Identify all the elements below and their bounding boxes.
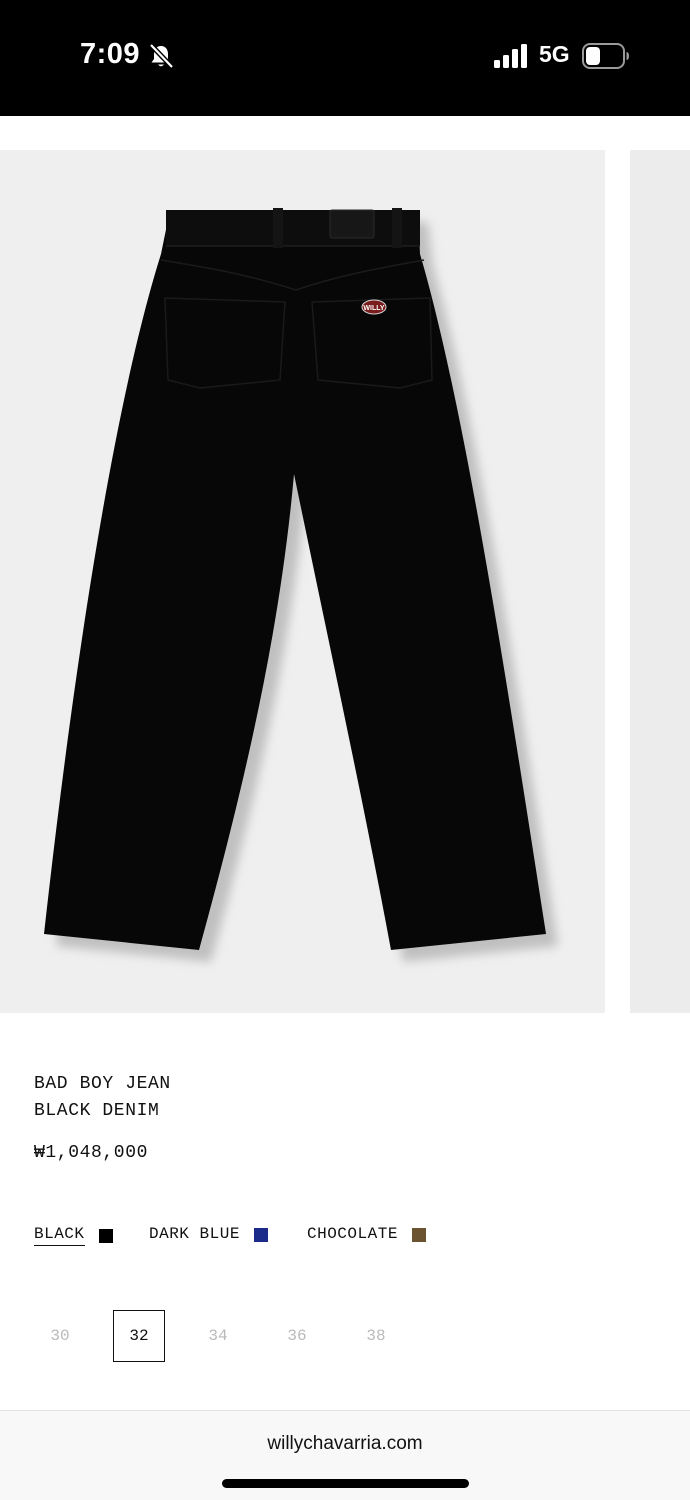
product-price: ₩1,048,000 — [34, 1143, 149, 1163]
color-label: DARK BLUE — [149, 1225, 240, 1243]
product-name: BAD BOY JEAN — [34, 1074, 171, 1094]
jeans-image: WILLY — [44, 208, 558, 962]
color-swatch — [98, 1228, 113, 1243]
network-label: 5G — [539, 41, 570, 67]
size-option-38[interactable]: 38 — [350, 1310, 402, 1362]
size-option-34[interactable]: 34 — [192, 1310, 244, 1362]
color-option-chocolate[interactable]: CHOCOLATE — [307, 1225, 426, 1245]
bell-slash-icon — [149, 43, 174, 69]
color-swatch — [253, 1228, 268, 1242]
size-option-30[interactable]: 30 — [34, 1310, 86, 1362]
signal-icon — [494, 44, 527, 68]
patch-text: WILLY — [363, 305, 384, 312]
product-image[interactable]: WILLY — [0, 150, 605, 1013]
url-text[interactable]: willychavarria.com — [0, 1433, 690, 1455]
product-image-carousel[interactable]: WILLY — [0, 150, 690, 1013]
next-product-image[interactable] — [630, 150, 690, 1013]
browser-address-bar[interactable]: willychavarria.com — [0, 1410, 690, 1500]
status-time: 7:09 — [80, 38, 141, 70]
status-bar: 7:09 5G — [0, 0, 690, 116]
size-option-32[interactable]: 32 — [113, 1310, 165, 1362]
size-option-36[interactable]: 36 — [271, 1310, 323, 1362]
color-swatch — [411, 1228, 426, 1242]
color-label: CHOCOLATE — [307, 1225, 398, 1243]
product-colorway: BLACK DENIM — [34, 1101, 160, 1121]
color-option-dark-blue[interactable]: DARK BLUE — [149, 1225, 268, 1245]
color-label: BLACK — [34, 1225, 85, 1246]
product-title: BAD BOY JEAN BLACK DENIM — [34, 1071, 171, 1125]
battery-icon — [582, 43, 629, 69]
home-indicator[interactable] — [222, 1479, 469, 1488]
color-option-black[interactable]: BLACK — [34, 1225, 113, 1246]
